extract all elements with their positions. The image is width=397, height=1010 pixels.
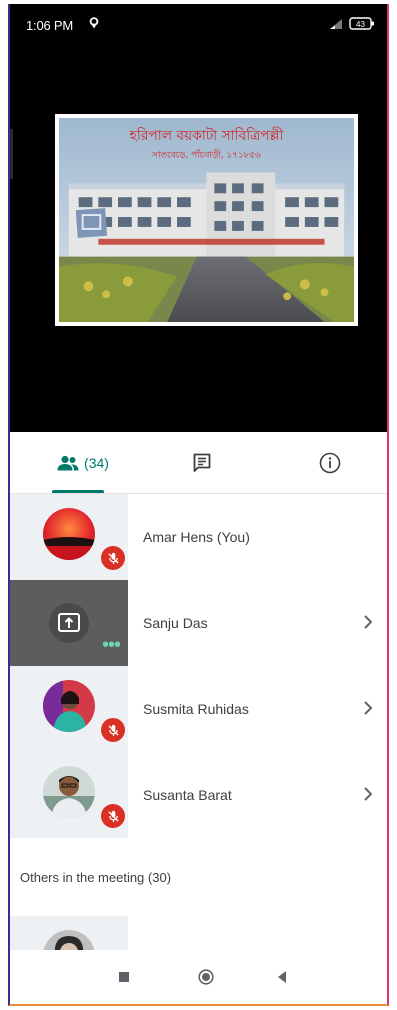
- participant-name: Amar Hens (You): [143, 529, 250, 545]
- participant-thumbnail: •••: [10, 580, 128, 666]
- participant-name: Susmita Ruhidas: [143, 701, 249, 717]
- panel-tabs: (34): [10, 432, 387, 494]
- participant-row[interactable]: ••• Sanju Das: [10, 580, 387, 666]
- system-nav-bar: [10, 950, 387, 1004]
- banner-subtitle: সাতবেড়ে, পাঁচবাড়ী, ১৭১৮৫৬: [151, 149, 261, 161]
- recents-button[interactable]: [114, 967, 134, 987]
- chat-icon: [193, 453, 211, 472]
- chevron-right-icon[interactable]: [363, 700, 373, 716]
- participant-list: Amar Hens (You) ••• Sanju Das Susmita Ru…: [10, 494, 387, 1002]
- participant-thumbnail: [10, 494, 128, 580]
- participant-thumbnail: [10, 666, 128, 752]
- meeting-screen: 1:06 PM 43 হরিপাল বয়কাটা সাবিত্রিপল্লী …: [8, 4, 389, 1006]
- status-time: 1:06 PM: [26, 18, 74, 33]
- participant-row[interactable]: Susmita Ruhidas: [10, 666, 387, 752]
- avatar: [43, 766, 95, 818]
- tab-chat[interactable]: [182, 432, 222, 494]
- chevron-right-icon[interactable]: [363, 614, 373, 630]
- recents-icon: [119, 972, 129, 982]
- banner-title: হরিপাল বয়কাটা সাবিত্রিপল্লী: [129, 127, 285, 144]
- people-icon: [57, 455, 79, 471]
- tab-info[interactable]: [310, 432, 350, 494]
- avatar: [43, 508, 95, 560]
- avatar: [43, 680, 95, 732]
- back-button[interactable]: [272, 967, 292, 987]
- video-stage[interactable]: 1:06 PM 43 হরিপাল বয়কাটা সাবিত্রিপল্লী …: [10, 4, 387, 432]
- mic-off-icon: [101, 804, 125, 828]
- participant-thumbnail: [10, 752, 128, 838]
- more-options-icon[interactable]: •••: [102, 635, 121, 655]
- battery-icon: 43: [349, 17, 374, 30]
- home-icon: [198, 969, 214, 985]
- home-button[interactable]: [196, 967, 216, 987]
- back-icon: [278, 971, 286, 983]
- participant-row[interactable]: Susanta Barat: [10, 752, 387, 838]
- chevron-right-icon[interactable]: [363, 786, 373, 802]
- participant-name: Susanta Barat: [143, 787, 232, 803]
- shared-screen-image: হরিপাল বয়কাটা সাবিত্রিপল্লী সাতবেড়ে, প…: [55, 114, 358, 326]
- tab-people[interactable]: (34): [38, 432, 128, 494]
- status-bar: 1:06 PM 43: [10, 4, 387, 44]
- mic-off-icon: [101, 718, 125, 742]
- participant-row[interactable]: Amar Hens (You): [10, 494, 387, 580]
- participant-name: Sanju Das: [143, 615, 208, 631]
- presenting-icon: [49, 603, 89, 643]
- mic-off-icon: [101, 546, 125, 570]
- location-icon: [89, 17, 99, 29]
- participant-count: (34): [84, 455, 109, 471]
- signal-icon: [330, 19, 342, 29]
- battery-level: 43: [356, 20, 365, 29]
- edge-handle: [10, 129, 13, 179]
- active-tab-indicator: [52, 490, 104, 493]
- others-section-header: Others in the meeting (30): [10, 838, 387, 916]
- info-icon: [319, 452, 341, 474]
